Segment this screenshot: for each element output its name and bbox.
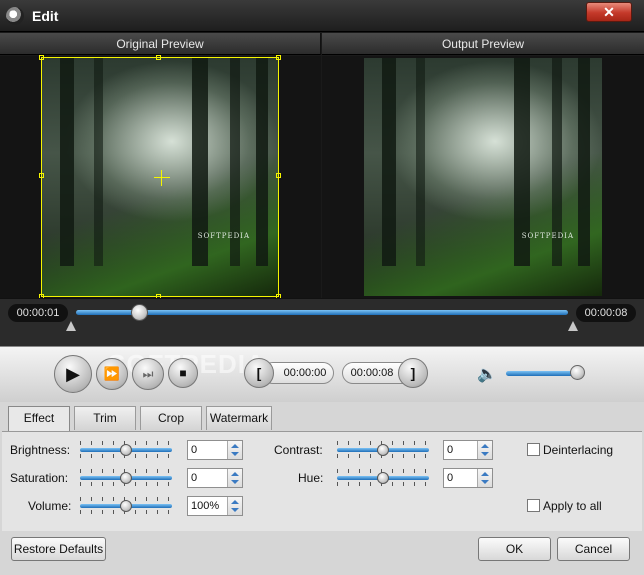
output-preview-header: Output Preview bbox=[322, 33, 644, 55]
saturation-spinbox[interactable]: 0 bbox=[187, 468, 243, 488]
stop-button[interactable]: ■ bbox=[168, 358, 198, 388]
set-start-button[interactable]: [ bbox=[244, 358, 274, 388]
crop-center-crosshair-v bbox=[161, 170, 162, 186]
contrast-label: Contrast: bbox=[274, 443, 323, 457]
ok-button[interactable]: OK bbox=[478, 537, 551, 561]
contrast-up-arrow-icon[interactable] bbox=[481, 444, 489, 448]
volume-knob[interactable] bbox=[570, 365, 585, 380]
apply-to-all-label: Apply to all bbox=[543, 499, 602, 513]
edit-panel-area: Effect Trim Crop Watermark Brightness: 0… bbox=[0, 402, 644, 575]
crop-handle-top[interactable] bbox=[156, 55, 161, 60]
saturation-down-arrow-icon[interactable] bbox=[231, 480, 239, 484]
tab-watermark[interactable]: Watermark bbox=[206, 406, 272, 430]
effect-volume-slider[interactable] bbox=[80, 497, 172, 515]
crop-handle-right[interactable] bbox=[276, 173, 281, 178]
hue-slider[interactable] bbox=[337, 469, 429, 487]
volume-down-arrow-icon[interactable] bbox=[231, 508, 239, 512]
brightness-value: 0 bbox=[191, 444, 198, 456]
brightness-slider[interactable] bbox=[80, 441, 172, 459]
hue-up-arrow-icon[interactable] bbox=[481, 472, 489, 476]
saturation-knob[interactable] bbox=[120, 472, 132, 484]
saturation-value: 0 bbox=[191, 472, 198, 484]
saturation-slider[interactable] bbox=[80, 469, 172, 487]
play-button[interactable]: ▶ bbox=[54, 355, 92, 393]
next-frame-button[interactable]: ⏭ bbox=[132, 358, 164, 390]
effect-volume-knob[interactable] bbox=[120, 500, 132, 512]
close-button[interactable]: ✕ bbox=[586, 2, 632, 22]
brightness-spinbox[interactable]: 0 bbox=[187, 440, 243, 460]
brightness-up-arrow-icon[interactable] bbox=[231, 444, 239, 448]
fast-forward-button[interactable]: ⏩ bbox=[96, 358, 128, 390]
cancel-button[interactable]: Cancel bbox=[557, 537, 630, 561]
original-preview-pane: SOFTPEDIA bbox=[0, 55, 321, 299]
brightness-knob[interactable] bbox=[120, 444, 132, 456]
hue-spinbox[interactable]: 0 bbox=[443, 468, 493, 488]
output-preview-pane: SOFTPEDIA bbox=[322, 56, 644, 298]
output-video-frame: SOFTPEDIA bbox=[364, 58, 602, 296]
apply-to-all-checkbox[interactable] bbox=[527, 499, 540, 512]
trim-end-marker[interactable] bbox=[568, 321, 578, 331]
volume-value: 100% bbox=[191, 500, 220, 512]
effect-panel: Brightness: 0 Saturation: 0 Volume: 100% bbox=[2, 431, 642, 531]
contrast-value: 0 bbox=[447, 444, 454, 456]
tab-crop[interactable]: Crop bbox=[140, 406, 202, 430]
current-time-display: 00:00:01 bbox=[8, 304, 68, 322]
contrast-down-arrow-icon[interactable] bbox=[481, 452, 489, 456]
title-bar: Edit ✕ bbox=[0, 0, 644, 32]
app-logo-icon bbox=[6, 7, 24, 25]
window-title: Edit bbox=[32, 8, 59, 24]
crop-center-crosshair bbox=[154, 177, 170, 178]
crop-frame[interactable] bbox=[39, 55, 281, 299]
original-preview-header: Original Preview bbox=[0, 33, 321, 55]
seek-knob[interactable] bbox=[131, 304, 148, 321]
crop-handle-tl[interactable] bbox=[39, 55, 44, 60]
contrast-spinbox[interactable]: 0 bbox=[443, 440, 493, 460]
crop-handle-tr[interactable] bbox=[276, 55, 281, 60]
hue-down-arrow-icon[interactable] bbox=[481, 480, 489, 484]
hue-value: 0 bbox=[447, 472, 454, 484]
restore-defaults-button[interactable]: Restore Defaults bbox=[11, 537, 106, 561]
hue-label: Hue: bbox=[298, 471, 324, 485]
timeline: 00:00:01 00:00:08 bbox=[0, 298, 644, 346]
playback-controls: SOFTPEDIA ▶ ⏩ ⏭ ■ 00:00:00 [ 00:00:08 ] … bbox=[0, 346, 644, 402]
hue-knob[interactable] bbox=[377, 472, 389, 484]
output-watermark-text: SOFTPEDIA bbox=[521, 232, 574, 240]
trim-start-marker[interactable] bbox=[66, 321, 76, 331]
deinterlacing-label: Deinterlacing bbox=[543, 443, 614, 457]
total-time-display: 00:00:08 bbox=[576, 304, 636, 322]
volume-up-arrow-icon[interactable] bbox=[231, 500, 239, 504]
contrast-slider[interactable] bbox=[337, 441, 429, 459]
tab-effect[interactable]: Effect bbox=[8, 406, 70, 432]
seek-bar[interactable] bbox=[76, 310, 568, 315]
saturation-label: Saturation: bbox=[10, 471, 69, 485]
volume-speaker-icon[interactable]: 🔈 bbox=[477, 364, 497, 384]
deinterlacing-checkbox[interactable] bbox=[527, 443, 540, 456]
volume-label: Volume: bbox=[28, 499, 72, 513]
saturation-up-arrow-icon[interactable] bbox=[231, 472, 239, 476]
volume-spinbox[interactable]: 100% bbox=[187, 496, 243, 516]
brightness-down-arrow-icon[interactable] bbox=[231, 452, 239, 456]
tab-trim[interactable]: Trim bbox=[74, 406, 136, 430]
brightness-label: Brightness: bbox=[10, 443, 71, 457]
set-end-button[interactable]: ] bbox=[398, 358, 428, 388]
crop-handle-left[interactable] bbox=[39, 173, 44, 178]
contrast-knob[interactable] bbox=[377, 444, 389, 456]
